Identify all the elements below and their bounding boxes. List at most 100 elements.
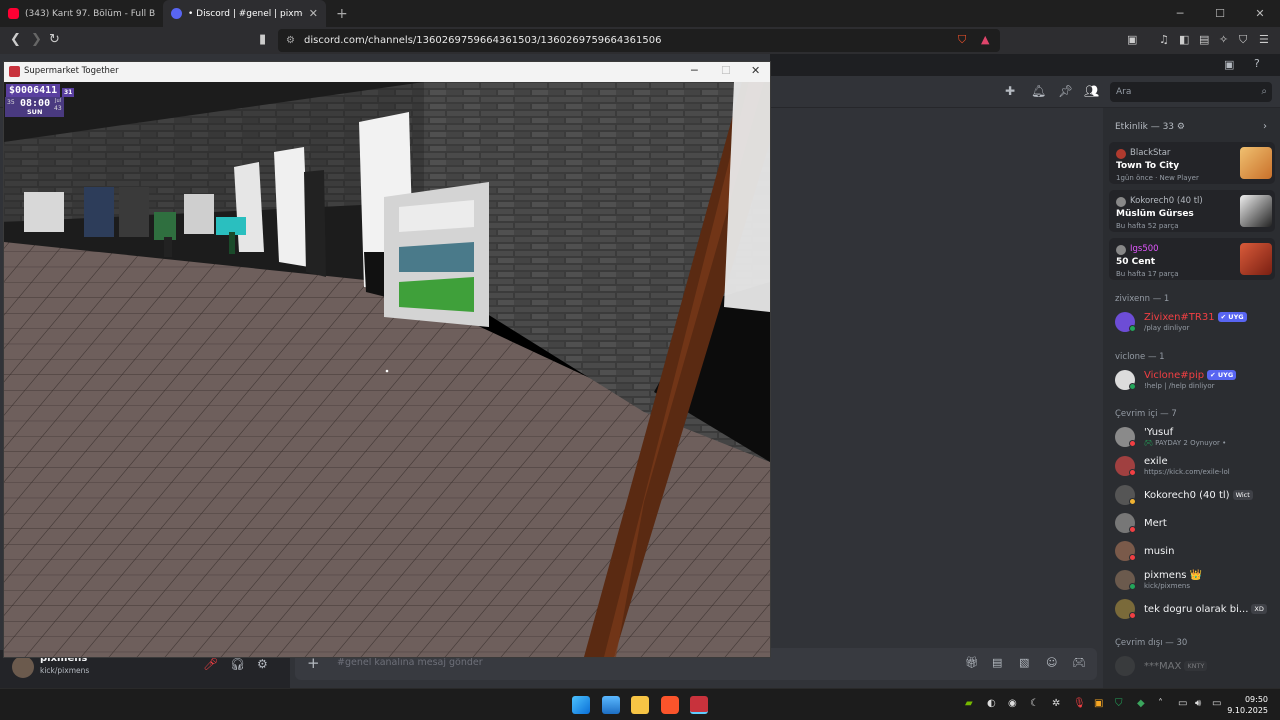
microphone-icon[interactable]: 🎙︎ — [1073, 698, 1086, 709]
steam-icon[interactable]: ◉ — [1008, 698, 1017, 709]
close-button[interactable]: ✕ — [751, 64, 760, 77]
headphones-icon[interactable]: 🎧︎ — [230, 657, 245, 671]
inbox-icon[interactable]: ▣ — [1224, 58, 1234, 71]
back-icon[interactable]: ❮ — [10, 32, 21, 47]
leo-ai-icon[interactable]: ✧ — [1219, 33, 1228, 46]
brave-shield-icon[interactable]: ⛉ — [958, 33, 966, 47]
avatar — [1115, 656, 1135, 676]
music-icon[interactable]: ♫ — [1159, 33, 1169, 46]
user-handle: kick/pixmens — [40, 666, 90, 675]
threads-icon[interactable]: ✚ — [1005, 84, 1015, 98]
member-item[interactable]: Viclone#pip ✔ UYG !help | /help dinliyor — [1115, 368, 1275, 392]
activity-sub: Bu hafta 52 parça — [1116, 222, 1179, 230]
member-item[interactable]: Mert — [1115, 511, 1275, 535]
member-item[interactable]: musin — [1115, 539, 1275, 563]
game-window[interactable]: Supermarket Together ─ ☐ ✕ $0006411 31 3… — [3, 61, 771, 658]
member-name-row: Viclone#pip ✔ UYG — [1144, 370, 1237, 381]
settings-icon[interactable]: ⚙ — [1177, 122, 1185, 132]
battery-icon[interactable]: ▭ — [1212, 698, 1221, 709]
screenshot-icon[interactable]: ▣ — [1127, 33, 1137, 46]
minimize-button[interactable]: ─ — [691, 64, 698, 77]
system-clock[interactable]: 09:50 9.10.2025 — [1227, 694, 1268, 716]
member-name: 'Yusuf — [1144, 427, 1174, 438]
sticker-icon[interactable]: ▧ — [1019, 656, 1029, 669]
volume-icon[interactable]: 🔊︎ — [1195, 698, 1201, 709]
widgets-icon[interactable] — [602, 696, 620, 714]
notification-bell-icon[interactable]: 🔔︎ — [1031, 84, 1046, 98]
network-icon[interactable]: ▭ — [1178, 698, 1187, 709]
search-icon: ⌕ — [1261, 86, 1267, 97]
reload-icon[interactable]: ↻ — [49, 32, 60, 47]
maximize-button[interactable]: ☐ — [721, 64, 731, 77]
tray-gear-icon[interactable]: ✲ — [1052, 698, 1060, 709]
brave-rewards-icon[interactable]: ▲ — [981, 33, 989, 46]
search-placeholder: Ara — [1116, 87, 1132, 97]
wallet-icon[interactable]: ▤ — [1199, 33, 1209, 46]
tray-shield-icon[interactable]: ⛉ — [1115, 698, 1123, 709]
member-item[interactable]: 'Yusuf 🎮︎ PAYDAY 2 Oynuyor • — [1115, 425, 1275, 449]
member-name-row: Zivixen#TR31 ✔ UYG — [1144, 312, 1247, 323]
activity-card[interactable]: Igs500 50 Cent Bu hafta 17 parça — [1109, 238, 1275, 280]
gift-icon[interactable]: 🎁︎ — [965, 656, 979, 669]
member-item[interactable]: tek dogru olarak bi... XD — [1115, 597, 1275, 621]
close-tab-icon[interactable]: ✕ — [309, 7, 318, 20]
tray-app-icon[interactable]: ◐ — [987, 698, 996, 709]
microphone-muted-icon[interactable]: 🎤︎ — [203, 657, 218, 671]
guild-tag: KNTY — [1184, 661, 1208, 671]
activity-thumbnail — [1240, 195, 1272, 227]
activity-title: 50 Cent — [1116, 257, 1156, 267]
emoji-icon[interactable]: ☺ — [1046, 656, 1057, 669]
tray-green-icon[interactable]: ◆ — [1137, 698, 1145, 709]
day-number: 35 — [7, 99, 15, 106]
tray-orange-icon[interactable]: ▣ — [1094, 698, 1103, 709]
close-button[interactable]: ✕ — [1240, 0, 1280, 27]
menu-icon[interactable]: ☰ — [1259, 33, 1269, 46]
maximize-button[interactable]: ☐ — [1200, 0, 1240, 27]
sidebar-icon[interactable]: ◧ — [1179, 33, 1189, 46]
url-input[interactable]: ⚙ discord.com/channels/13602697596643615… — [278, 29, 1000, 52]
game-viewport[interactable]: $0006411 31 35 08:00 SUN Jul 43 — [4, 82, 770, 657]
tab-youtube[interactable]: (343) Karıt 97. Bölüm - Full Bölüm - You… — [0, 0, 163, 27]
bookmark-icon[interactable]: ▮ — [259, 32, 266, 47]
new-tab-button[interactable]: + — [336, 6, 348, 22]
member-item[interactable]: ***MAX KNTY — [1115, 654, 1275, 678]
tab-discord[interactable]: • Discord | #genel | pixmens ✕ — [163, 0, 326, 27]
activity-thumbnail — [1240, 147, 1272, 179]
tray-c-icon[interactable]: ☾ — [1030, 698, 1039, 709]
member-item[interactable]: exile https://kick.com/exile-lol — [1115, 454, 1275, 478]
message-input[interactable]: #genel kanalına mesaj gönder — [337, 657, 483, 668]
member-name: Zivixen#TR31 — [1144, 312, 1215, 323]
file-explorer-icon[interactable] — [631, 696, 649, 714]
gif-icon[interactable]: ▤ — [992, 656, 1002, 669]
url-text: discord.com/channels/1360269759664361503… — [304, 35, 662, 46]
member-list-icon[interactable]: 👥︎ — [1084, 84, 1099, 98]
minimize-button[interactable]: ─ — [1160, 0, 1200, 27]
activity-header: Etkinlik — 33 ⚙ — [1103, 122, 1197, 132]
chevron-right-icon[interactable]: › — [1263, 121, 1267, 132]
app-icon — [9, 66, 20, 77]
member-item[interactable]: Zivixen#TR31 ✔ UYG /play dinliyor — [1115, 310, 1275, 334]
vpn-icon[interactable]: ⛉ — [1239, 33, 1247, 47]
site-info-icon[interactable]: ⚙ — [286, 29, 295, 52]
member-item[interactable]: Kokorech0 (40 tl) Wict — [1115, 483, 1275, 507]
activity-sub: Bu hafta 17 parça — [1116, 270, 1179, 278]
member-name: musin — [1144, 546, 1175, 557]
supermarket-together-icon[interactable] — [690, 696, 708, 714]
apps-icon[interactable]: 🎮︎ — [1072, 656, 1086, 669]
member-item[interactable]: pixmens 👑 kick/pixmens — [1115, 568, 1275, 592]
search-input[interactable]: Ara ⌕ — [1110, 82, 1272, 102]
member-status-text: /play dinliyor — [1144, 324, 1190, 332]
member-status-text: 🎮︎ PAYDAY 2 Oynuyor • — [1144, 439, 1226, 447]
nvidia-icon[interactable]: ▰ — [965, 698, 973, 709]
settings-icon[interactable]: ⚙ — [257, 657, 268, 671]
tab-title: (343) Karıt 97. Bölüm - Full Bölüm - You… — [25, 8, 155, 19]
start-icon[interactable] — [572, 696, 590, 714]
activity-card[interactable]: Kokorech0 (40 tl) Müslüm Gürses Bu hafta… — [1109, 190, 1275, 232]
activity-card[interactable]: BlackStar Town To City 1gün önce · New P… — [1109, 142, 1275, 184]
avatar[interactable] — [12, 656, 34, 678]
chevron-up-icon[interactable]: ˄ — [1158, 698, 1163, 709]
brave-browser-icon[interactable] — [661, 696, 679, 714]
pin-icon[interactable]: 📌︎ — [1058, 84, 1073, 98]
help-icon[interactable]: ? — [1254, 57, 1260, 70]
forward-icon[interactable]: ❯ — [31, 32, 42, 47]
